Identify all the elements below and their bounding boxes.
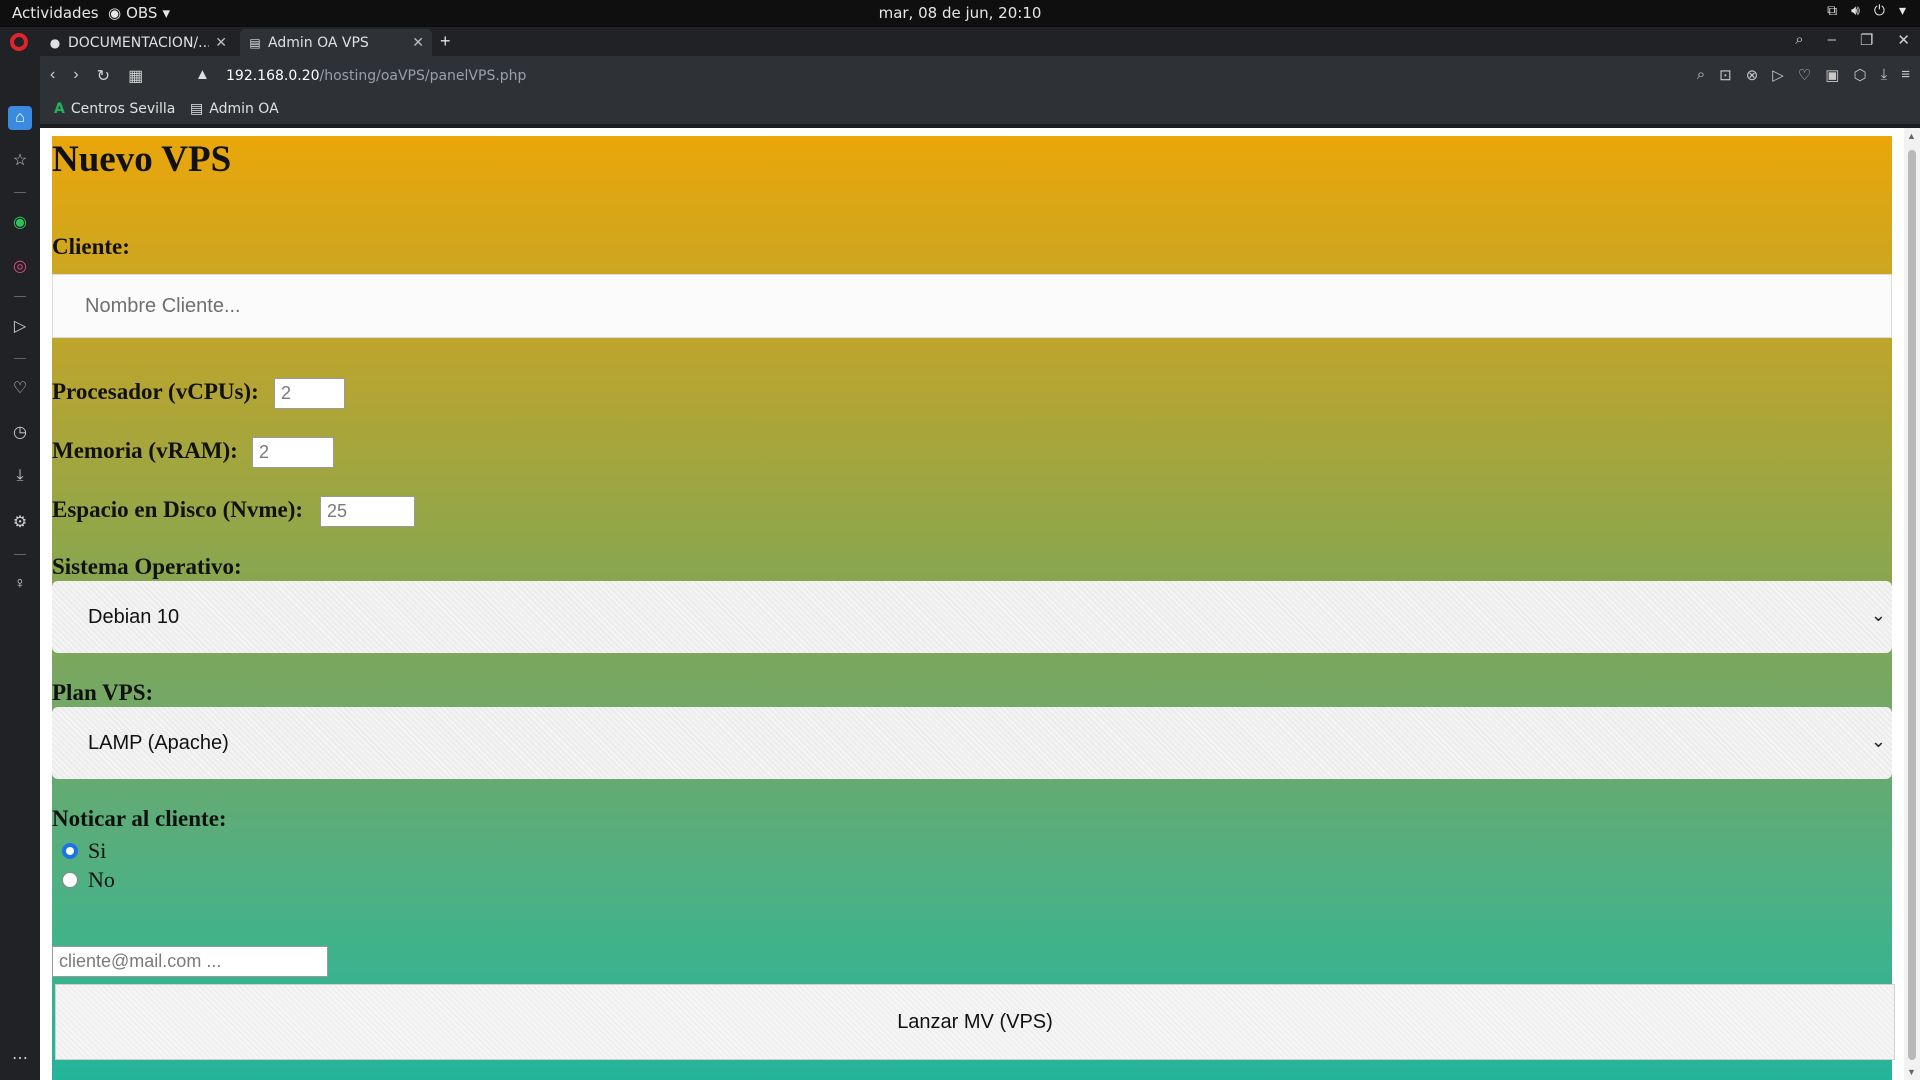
forward-icon[interactable]: ›	[73, 66, 78, 86]
bookmarks-bar: A Centros Sevilla ▤ Admin OA	[40, 96, 1920, 124]
ram-input[interactable]: 2	[252, 437, 334, 468]
page-icon: ▤	[249, 35, 261, 50]
sidebar-divider	[14, 358, 26, 359]
plan-selected-value: LAMP (Apache)	[88, 731, 229, 754]
tab-label: DOCUMENTACION/...	[68, 34, 210, 51]
launch-vps-button[interactable]: Lanzar MV (VPS)	[55, 984, 1895, 1060]
adblock-icon[interactable]: ⊗	[1746, 66, 1759, 84]
ram-label: Memoria (vRAM):	[52, 438, 238, 463]
extensions-icon[interactable]: ⬡	[1853, 66, 1866, 84]
sidebar-divider	[14, 296, 26, 297]
os-selected-value: Debian 10	[88, 605, 180, 628]
window-controls: ⌕ – ❐ ✕	[1795, 31, 1910, 49]
os-label: Sistema Operativo:	[52, 554, 242, 579]
notify-no-option[interactable]: No	[62, 867, 115, 893]
page-title: Nuevo VPS	[52, 139, 232, 180]
close-icon[interactable]: ✕	[215, 35, 227, 51]
translate-icon[interactable]: ▣	[1825, 66, 1839, 84]
bookmark-centros-sevilla[interactable]: A Centros Sevilla	[54, 101, 175, 117]
plan-select[interactable]: LAMP (Apache) ⌄	[52, 707, 1892, 779]
settings-icon[interactable]: ⚙	[8, 510, 32, 534]
page-viewport: Nuevo VPS Cliente: Nombre Cliente... Pro…	[40, 128, 1920, 1080]
minimize-icon[interactable]: –	[1828, 31, 1836, 49]
scroll-up-icon[interactable]: ▲	[1907, 131, 1916, 141]
system-tray[interactable]: ⧉ 🔊︎ ⏻ ▾	[1827, 3, 1906, 19]
url-field[interactable]: 192.168.0.20/hosting/oaVPS/panelVPS.php	[226, 68, 526, 84]
reload-icon[interactable]: ↻	[97, 66, 110, 86]
sidebar-divider	[14, 554, 26, 555]
clock[interactable]: mar, 08 de jun, 20:10	[0, 4, 1920, 22]
heart-icon[interactable]: ♡	[8, 376, 32, 400]
radio-checked-icon[interactable]	[62, 843, 78, 859]
instagram-icon[interactable]: ◎	[8, 254, 32, 278]
whatsapp-icon[interactable]: ◉	[8, 210, 32, 234]
opera-sidebar: ⌂ ☆ ◉ ◎ ▷ ♡ ◷ ⤓ ⚙ ♀ ⋯	[0, 56, 40, 1080]
notify-yes-option[interactable]: Si	[62, 838, 106, 864]
heart-icon[interactable]: ♡	[1798, 66, 1811, 84]
scroll-down-icon[interactable]: ▼	[1907, 1067, 1916, 1077]
download-icon[interactable]: ⤓	[8, 464, 32, 488]
plan-label: Plan VPS:	[52, 680, 154, 705]
disk-input[interactable]: 25	[320, 496, 415, 527]
navigation-buttons: ‹ › ↻ ▦	[50, 66, 143, 86]
url-path: /hosting/oaVPS/panelVPS.php	[319, 68, 527, 84]
history-icon[interactable]: ◷	[8, 420, 32, 444]
client-name-input[interactable]: Nombre Cliente...	[52, 274, 1892, 338]
radio-unchecked-icon[interactable]	[62, 872, 78, 888]
bookmark-label: Admin OA	[209, 101, 279, 117]
tab-admin-oa-vps[interactable]: ▤ Admin OA VPS ✕	[240, 29, 432, 56]
bookmarks-icon[interactable]: ☆	[8, 148, 32, 172]
cpu-input[interactable]: 2	[274, 378, 345, 409]
chevron-down-icon: ⌄	[1870, 731, 1886, 751]
snapshot-icon[interactable]: ⊡	[1719, 66, 1732, 84]
tab-strip: ● DOCUMENTACION/... ✕ ▤ Admin OA VPS ✕ +…	[0, 27, 1920, 56]
chevron-down-icon: ⌄	[1870, 605, 1886, 625]
search-tabs-icon[interactable]: ⌕	[1795, 31, 1803, 49]
opera-logo-icon[interactable]	[10, 33, 28, 51]
page-icon: ▤	[190, 101, 204, 117]
client-label: Cliente:	[52, 234, 130, 259]
close-icon[interactable]: ✕	[412, 35, 424, 51]
network-icon: ⧉	[1827, 3, 1838, 19]
power-icon: ⏻	[1873, 3, 1885, 19]
tab-label: Admin OA VPS	[268, 34, 369, 51]
github-icon: ●	[49, 35, 61, 50]
send-icon[interactable]: ▷	[1772, 66, 1784, 84]
download-icon[interactable]: ⤓	[1881, 66, 1888, 84]
insecure-warning-icon[interactable]: ▲	[195, 66, 210, 83]
bookmark-admin-oa[interactable]: ▤ Admin OA	[190, 101, 279, 117]
back-icon[interactable]: ‹	[50, 66, 55, 86]
tabs-grid-icon[interactable]: ▦	[128, 66, 143, 86]
more-icon[interactable]: ⋯	[8, 1046, 32, 1070]
volume-icon: 🔊︎	[1851, 3, 1860, 19]
email-input[interactable]: cliente@mail.com ...	[52, 946, 328, 977]
system-top-bar: Actividades ◉ OBS ▾ mar, 08 de jun, 20:1…	[0, 0, 1920, 27]
address-tools: ⌕ ⊡ ⊗ ▷ ♡ ▣ ⬡ ⤓ ≡	[1697, 66, 1910, 84]
notify-label: Noticar al cliente:	[52, 806, 227, 831]
speed-dial-icon[interactable]: ⌂	[8, 106, 32, 130]
url-host: 192.168.0.20	[226, 68, 320, 84]
notify-yes-label: Si	[88, 838, 107, 863]
address-bar: ‹ › ↻ ▦ ▲ 192.168.0.20/hosting/oaVPS/pan…	[40, 56, 1920, 96]
sidebar-divider	[14, 192, 26, 193]
new-tab-button[interactable]: +	[440, 31, 451, 52]
chevron-down-icon: ▾	[1898, 3, 1906, 19]
menu-icon[interactable]: ≡	[1901, 66, 1910, 84]
notify-no-label: No	[88, 867, 115, 892]
disk-label: Espacio en Disco (Nvme):	[52, 497, 304, 522]
scrollbar-thumb[interactable]	[1908, 150, 1916, 1060]
cpu-label: Procesador (vCPUs):	[52, 379, 259, 404]
tab-documentacion[interactable]: ● DOCUMENTACION/... ✕	[40, 29, 235, 56]
player-icon[interactable]: ▷	[8, 314, 32, 338]
tips-icon[interactable]: ♀	[8, 572, 32, 596]
vps-form: Nuevo VPS Cliente: Nombre Cliente... Pro…	[52, 136, 1895, 1080]
os-select[interactable]: Debian 10 ⌄	[52, 581, 1892, 653]
andalucia-icon: A	[54, 101, 65, 117]
bookmark-label: Centros Sevilla	[70, 101, 176, 117]
page-scrollbar[interactable]: ▲ ▼	[1904, 128, 1920, 1080]
zoom-icon[interactable]: ⌕	[1697, 66, 1705, 84]
restore-icon[interactable]: ❐	[1860, 31, 1873, 49]
close-window-icon[interactable]: ✕	[1897, 31, 1910, 49]
